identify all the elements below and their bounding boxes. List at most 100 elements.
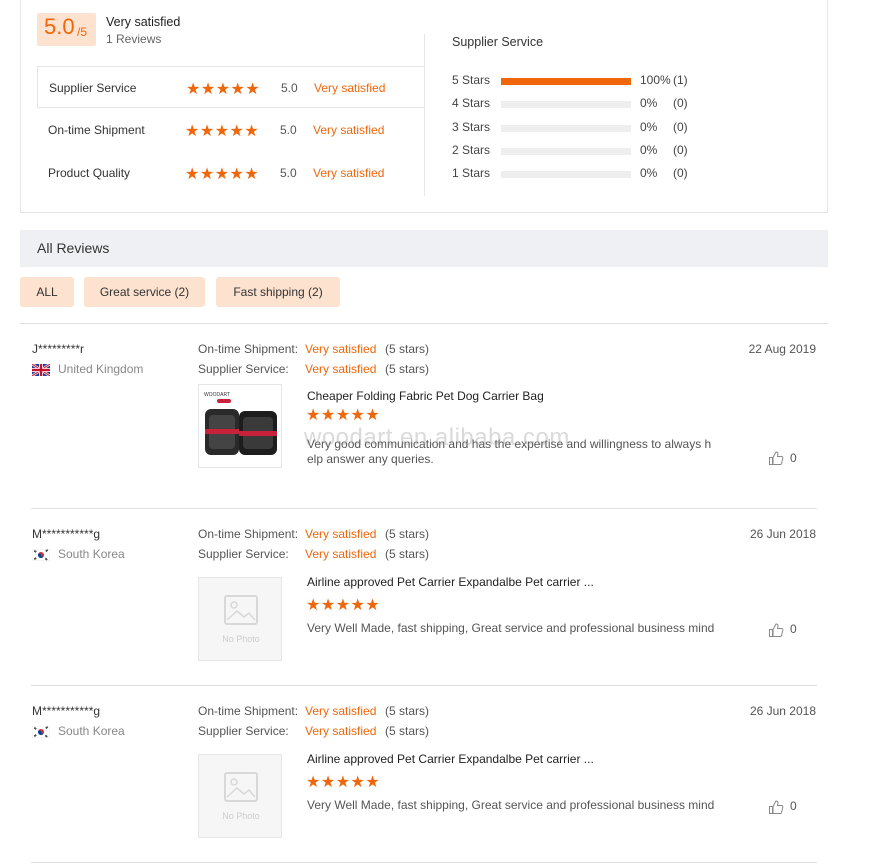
shipment-stars: (5 stars)	[385, 527, 430, 541]
filter-fast-shipping-button[interactable]: Fast shipping (2)	[216, 277, 340, 307]
breakdown-pct: 0%	[640, 166, 658, 180]
product-title-link[interactable]: Airline approved Pet Carrier Expandalbe …	[307, 575, 594, 589]
divider	[31, 685, 817, 686]
all-reviews-title: All Reviews	[37, 240, 110, 256]
breakdown-count: (0)	[673, 96, 688, 110]
product-title-link[interactable]: Cheaper Folding Fabric Pet Dog Carrier B…	[307, 389, 544, 403]
reviews-count: 1 Reviews	[106, 32, 162, 46]
breakdown-pct: 0%	[640, 96, 658, 110]
star-rating-icon: ★★★★★	[185, 166, 260, 183]
rating-row-text: Very satisfied	[313, 166, 385, 180]
breakdown-pct: 0%	[640, 120, 658, 134]
summary-divider	[424, 34, 425, 196]
shipment-label: On-time Shipment:	[198, 704, 299, 718]
service-label: Supplier Service:	[198, 362, 289, 376]
divider	[20, 323, 828, 324]
breakdown-label: 4 Stars	[452, 96, 491, 110]
breakdown-label: 1 Stars	[452, 166, 491, 180]
review-text: Very Well Made, fast shipping, Great ser…	[307, 798, 715, 812]
review-date: 26 Jun 2018	[749, 704, 816, 718]
like-count: 0	[790, 451, 797, 465]
product-thumbnail[interactable]: WOODART	[198, 384, 282, 468]
breakdown-pct: 0%	[640, 143, 658, 157]
review-item: M***********g South Korea On-time Shipme…	[20, 527, 828, 667]
review-text: Very Well Made, fast shipping, Great ser…	[307, 621, 715, 635]
like-count: 0	[790, 622, 797, 636]
breakdown-bar	[501, 171, 631, 178]
divider	[31, 862, 817, 863]
reviewer-country: South Korea	[58, 724, 125, 738]
breakdown-label: 3 Stars	[452, 120, 491, 134]
star-rating-icon: ★★★★★	[185, 123, 260, 140]
breakdown-label: 5 Stars	[452, 73, 491, 87]
shipment-rating: Very satisfied	[305, 527, 377, 541]
product-stars-icon: ★★★★★	[306, 407, 381, 424]
product-title-link[interactable]: Airline approved Pet Carrier Expandalbe …	[307, 752, 594, 766]
reviewer-name: M***********g	[32, 527, 101, 541]
breakdown-bar	[501, 78, 631, 85]
shipment-stars: (5 stars)	[385, 704, 430, 718]
rating-row-label: Product Quality	[48, 166, 131, 180]
reviewer-name: J*********r	[32, 342, 85, 356]
image-placeholder-icon	[224, 595, 258, 625]
rating-row-text: Very satisfied	[313, 123, 385, 137]
thumbs-up-icon[interactable]	[768, 450, 784, 466]
rating-row-label: On-time Shipment	[48, 123, 145, 137]
pet-carrier-image	[205, 399, 277, 455]
rating-row-product-quality[interactable]: Product Quality ★★★★★ 5.0 Very satisfied	[37, 152, 425, 194]
service-label: Supplier Service:	[198, 724, 289, 738]
filter-all-button[interactable]: ALL	[20, 277, 74, 307]
breakdown-label: 2 Stars	[452, 143, 491, 157]
shipment-label: On-time Shipment:	[198, 342, 299, 356]
shipment-rating: Very satisfied	[305, 704, 377, 718]
breakdown-count: (0)	[673, 166, 688, 180]
shipment-rating: Very satisfied	[305, 342, 377, 356]
korea-flag-icon	[32, 549, 50, 561]
product-thumbnail[interactable]: No Photo	[198, 577, 282, 661]
breakdown-bar	[501, 125, 631, 132]
overall-label: Very satisfied	[106, 15, 181, 29]
breakdown-count: (0)	[673, 143, 688, 157]
uk-flag-icon	[32, 364, 50, 376]
score-out-of: /5	[77, 25, 88, 39]
rating-row-score: 5.0	[280, 123, 297, 137]
rating-row-supplier-service[interactable]: Supplier Service ★★★★★ 5.0 Very satisfie…	[37, 66, 425, 108]
overall-score: 5.0	[44, 14, 75, 39]
rating-row-on-time-shipment[interactable]: On-time Shipment ★★★★★ 5.0 Very satisfie…	[37, 109, 425, 151]
breakdown-bar-fill	[501, 78, 631, 85]
korea-flag-icon	[32, 726, 50, 738]
review-date: 22 Aug 2019	[748, 342, 816, 356]
all-reviews-header: All Reviews	[20, 230, 828, 267]
reviewer-name: M***********g	[32, 704, 101, 718]
breakdown-count: (1)	[673, 73, 688, 87]
service-stars: (5 stars)	[385, 362, 430, 376]
reviewer-country: South Korea	[58, 547, 125, 561]
rating-row-score: 5.0	[281, 81, 298, 95]
service-stars: (5 stars)	[385, 547, 430, 561]
filter-great-service-button[interactable]: Great service (2)	[84, 277, 205, 307]
star-rating-icon: ★★★★★	[186, 81, 261, 98]
service-rating: Very satisfied	[305, 362, 377, 376]
product-stars-icon: ★★★★★	[306, 597, 381, 614]
rating-row-label: Supplier Service	[49, 81, 137, 95]
service-rating: Very satisfied	[305, 547, 377, 561]
no-photo-label: No Photo	[222, 634, 260, 644]
thumbs-up-icon[interactable]	[768, 622, 784, 638]
like-count: 0	[790, 799, 797, 813]
review-item: J*********r United Kingdom On-time Shipm…	[20, 342, 828, 482]
breakdown-bar	[501, 148, 631, 155]
divider	[31, 508, 817, 509]
review-text: Very good communication and has the expe…	[307, 437, 712, 466]
breakdown-title: Supplier Service	[452, 35, 544, 49]
product-stars-icon: ★★★★★	[306, 774, 381, 791]
product-thumbnail[interactable]: No Photo	[198, 754, 282, 838]
breakdown-pct: 100%	[640, 73, 671, 87]
service-rating: Very satisfied	[305, 724, 377, 738]
thumbs-up-icon[interactable]	[768, 799, 784, 815]
reviewer-country: United Kingdom	[58, 362, 144, 376]
review-date: 26 Jun 2018	[749, 527, 816, 541]
breakdown-count: (0)	[673, 120, 688, 134]
shipment-stars: (5 stars)	[385, 342, 430, 356]
service-label: Supplier Service:	[198, 547, 289, 561]
shipment-label: On-time Shipment:	[198, 527, 299, 541]
